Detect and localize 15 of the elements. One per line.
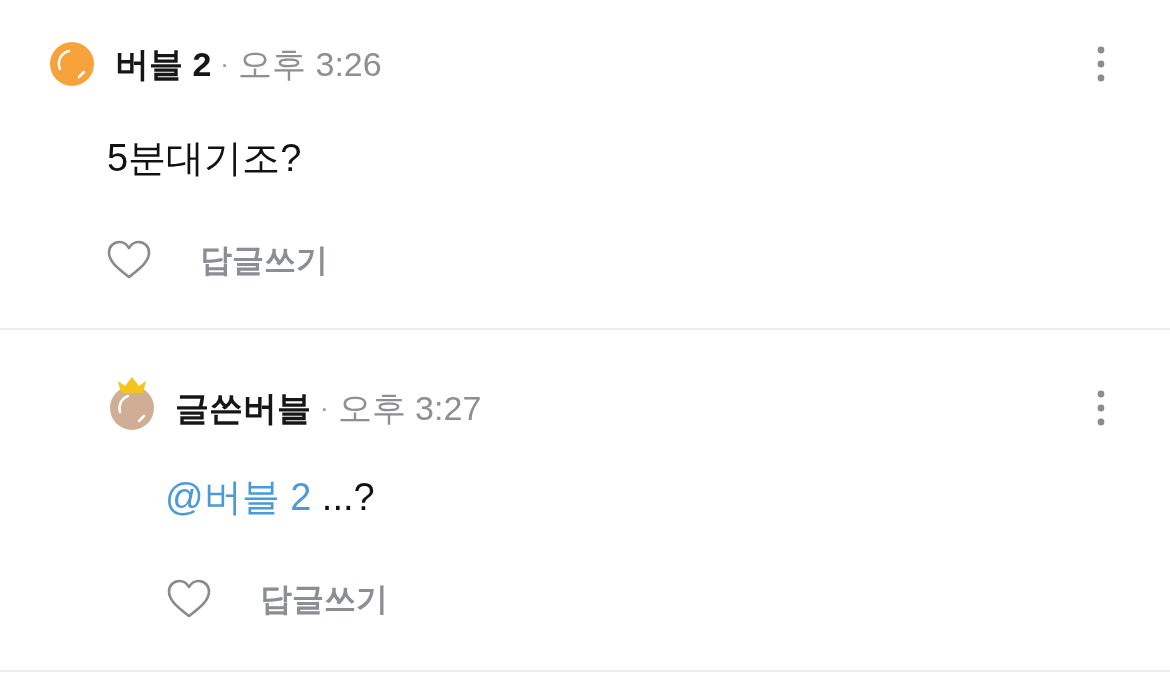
- reply-button[interactable]: 답글쓰기: [260, 583, 388, 615]
- heart-icon: [167, 579, 211, 619]
- comment-time: 오후 3:26: [238, 47, 382, 81]
- more-icon: [1097, 46, 1105, 82]
- heart-icon: [107, 240, 151, 280]
- author-name: 글쓴버블: [175, 391, 311, 425]
- comment-time: 오후 3:27: [337, 391, 482, 425]
- more-icon: [1097, 390, 1105, 426]
- separator: ·: [220, 51, 230, 77]
- mention-link[interactable]: @버블 2: [165, 476, 312, 518]
- comment-text: @버블 2 ...?: [165, 475, 376, 520]
- author-name: 버블 2: [115, 47, 212, 81]
- separator: ·: [320, 395, 329, 421]
- comment-text: 5분대기조?: [107, 136, 303, 181]
- reply-button[interactable]: 답글쓰기: [200, 244, 328, 276]
